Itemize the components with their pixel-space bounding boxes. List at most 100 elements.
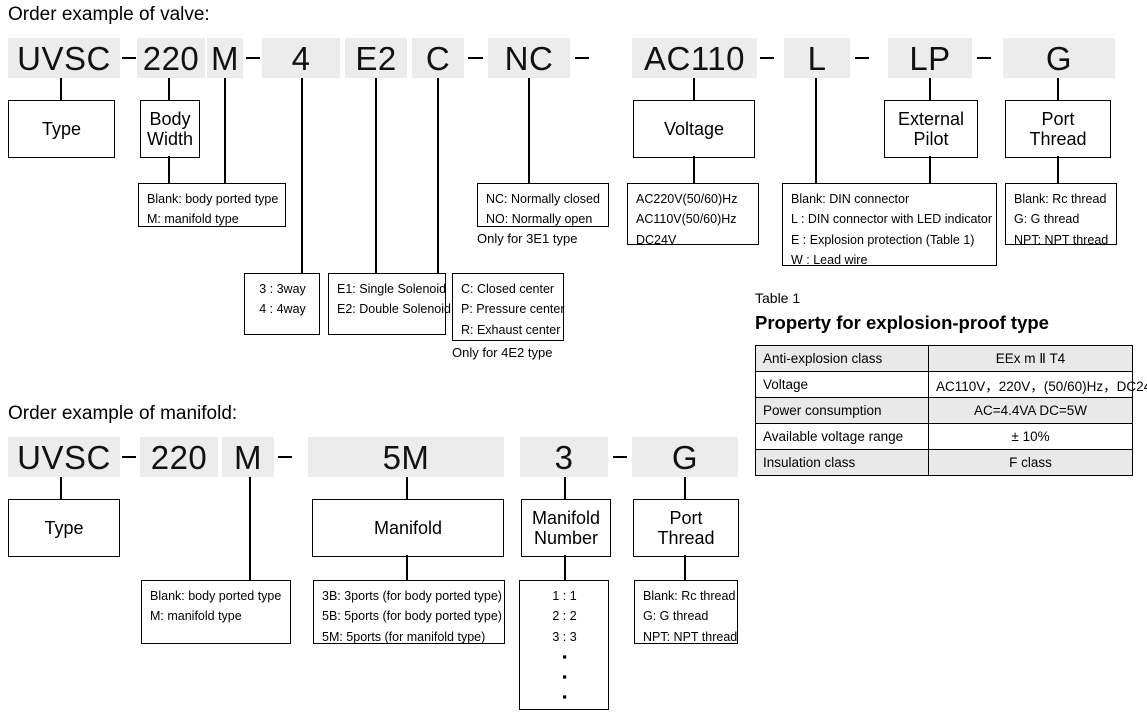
desc-line: R: Exhaust center	[461, 322, 561, 337]
desc-line: 5M: 5ports (for manifold type)	[322, 629, 486, 644]
manifold-code-port-thread[interactable]: G	[632, 437, 738, 477]
table-row: Available voltage range ± 10%	[755, 423, 1133, 450]
dash-separator-3	[468, 57, 483, 59]
table-cell-value: F class	[928, 449, 1133, 476]
dash-separator-4	[575, 57, 589, 59]
valve-desc-pilot: Blank: DIN connector L : DIN connector w…	[782, 183, 997, 267]
connector-line	[224, 78, 226, 183]
dash-separator-6	[855, 57, 869, 59]
valve-desc-solenoid: E1: Single Solenoid E2: Double Solenoid	[328, 273, 451, 335]
manifold-code-number[interactable]: 3	[520, 437, 608, 477]
valve-caption-3e1: Only for 3E1 type	[477, 231, 578, 246]
connector-line	[693, 78, 695, 100]
table-cell-value: AC=4.4VA DC=5W	[928, 397, 1133, 424]
dash-separator-m1	[122, 456, 136, 458]
desc-line: 3B: 3ports (for body ported type)	[322, 589, 502, 603]
manifold-port-thread-line1: Port	[669, 507, 703, 528]
valve-code-way[interactable]: 4	[262, 38, 340, 78]
table-row: Voltage AC110V，220V，(50/60)Hz，DC24V．	[755, 371, 1147, 398]
desc-line: G: G thread	[643, 609, 709, 624]
desc-line: P: Pressure center	[461, 302, 565, 317]
ellipsis-dot: ▪	[562, 689, 567, 705]
desc-line: 4 : 4way	[259, 302, 306, 317]
connector-line	[684, 555, 686, 580]
explosion-proof-property-table: Anti-explosion class EEx m Ⅱ T4 Voltage …	[755, 345, 1147, 476]
connector-line	[564, 477, 566, 499]
valve-code-body-width[interactable]: 220	[137, 38, 205, 78]
desc-line: NC: Normally closed	[486, 192, 600, 206]
desc-line: NPT: NPT thread	[1014, 232, 1109, 247]
table-cell-value: EEx m Ⅱ T4	[928, 345, 1133, 372]
port-thread-line1: Port	[1041, 108, 1075, 129]
connector-line	[693, 156, 695, 183]
manifold-desc-port-thread: Blank: Rc thread G: G thread NPT: NPT th…	[634, 580, 738, 644]
valve-code-nc[interactable]: NC	[488, 38, 570, 78]
desc-line: DC24V	[636, 232, 677, 247]
desc-line: 2 : 2	[552, 609, 577, 624]
connector-line	[301, 78, 303, 273]
dash-separator-2	[246, 57, 260, 59]
desc-line: AC110V(50/60)Hz	[636, 212, 737, 227]
desc-line: Blank: Rc thread	[643, 589, 736, 603]
connector-line	[406, 477, 408, 499]
valve-code-manifold-flag[interactable]: M	[207, 38, 243, 78]
external-pilot-line2: Pilot	[913, 129, 949, 149]
body-width-line2: Width	[146, 129, 193, 149]
connector-line	[437, 78, 439, 273]
connector-line	[564, 555, 566, 580]
manifold-category-port-thread: Port Thread	[633, 499, 739, 557]
manifold-desc-body-type: Blank: body ported type M: manifold type	[141, 580, 291, 644]
dash-separator-5	[760, 57, 774, 59]
valve-code-pilot[interactable]: L	[784, 38, 850, 78]
manifold-category-type: Type	[8, 499, 120, 557]
valve-desc-voltage: AC220V(50/60)Hz AC110V(50/60)Hz DC24V	[627, 183, 759, 247]
desc-line: Blank: body ported type	[147, 192, 279, 206]
valve-code-external-pilot[interactable]: LP	[888, 38, 972, 78]
port-thread-line2: Thread	[1029, 129, 1087, 149]
connector-line	[684, 477, 686, 499]
table-cell-key: Available voltage range	[755, 423, 929, 450]
valve-caption-4e2: Only for 4E2 type	[452, 345, 553, 360]
manifold-desc-number: 1 : 1 2 : 2 3 : 3 ▪ ▪ ▪	[519, 580, 609, 710]
connector-line	[528, 78, 530, 183]
manifold-code-manifold-flag[interactable]: M	[222, 437, 274, 477]
valve-desc-way: 3 : 3way 4 : 4way	[244, 273, 320, 335]
desc-line: G: G thread	[1014, 212, 1080, 227]
manifold-code-manifold[interactable]: 5M	[308, 437, 504, 477]
desc-line: 3 : 3way	[259, 282, 306, 296]
desc-line: E1: Single Solenoid	[337, 282, 447, 296]
connector-line	[168, 156, 170, 183]
table-row: Insulation class F class	[755, 449, 1133, 476]
valve-code-voltage[interactable]: AC110	[632, 38, 757, 78]
table-cell-value: ± 10%	[928, 423, 1133, 450]
connector-line	[249, 477, 251, 580]
valve-desc-port-thread: Blank: Rc thread G: G thread NPT: NPT th…	[1005, 183, 1117, 247]
valve-code-center[interactable]: C	[412, 38, 464, 78]
table1-label: Table 1	[755, 290, 801, 306]
dash-separator-7	[977, 57, 991, 59]
table-cell-key: Anti-explosion class	[755, 345, 929, 372]
manifold-code-type[interactable]: UVSC	[8, 437, 120, 477]
desc-line: NPT: NPT thread	[643, 629, 738, 644]
manifold-number-line1: Manifold	[531, 507, 601, 528]
connector-line	[375, 78, 377, 273]
manifold-code-body-width[interactable]: 220	[140, 437, 218, 477]
connector-line	[1057, 156, 1059, 183]
connector-line	[929, 156, 931, 183]
valve-desc-center: C: Closed center P: Pressure center R: E…	[452, 273, 565, 341]
valve-code-type[interactable]: UVSC	[8, 38, 120, 78]
desc-line: 3 : 3	[552, 629, 577, 644]
desc-line: M: manifold type	[147, 212, 239, 227]
valve-desc-nc-no: NC: Normally closed NO: Normally open	[477, 183, 609, 227]
connector-line	[1057, 78, 1059, 100]
desc-line: M: manifold type	[150, 609, 242, 624]
ellipsis-dot: ▪	[562, 668, 567, 684]
connector-line	[60, 78, 62, 100]
valve-code-solenoid[interactable]: E2	[345, 38, 407, 78]
connector-line	[929, 78, 931, 100]
desc-line: NO: Normally open	[486, 212, 593, 227]
valve-category-port-thread: Port Thread	[1005, 100, 1111, 158]
valve-category-body-width: Body Width	[140, 100, 200, 158]
manifold-desc-manifold: 3B: 3ports (for body ported type) 5B: 5p…	[313, 580, 505, 644]
valve-code-port-thread[interactable]: G	[1003, 38, 1115, 78]
